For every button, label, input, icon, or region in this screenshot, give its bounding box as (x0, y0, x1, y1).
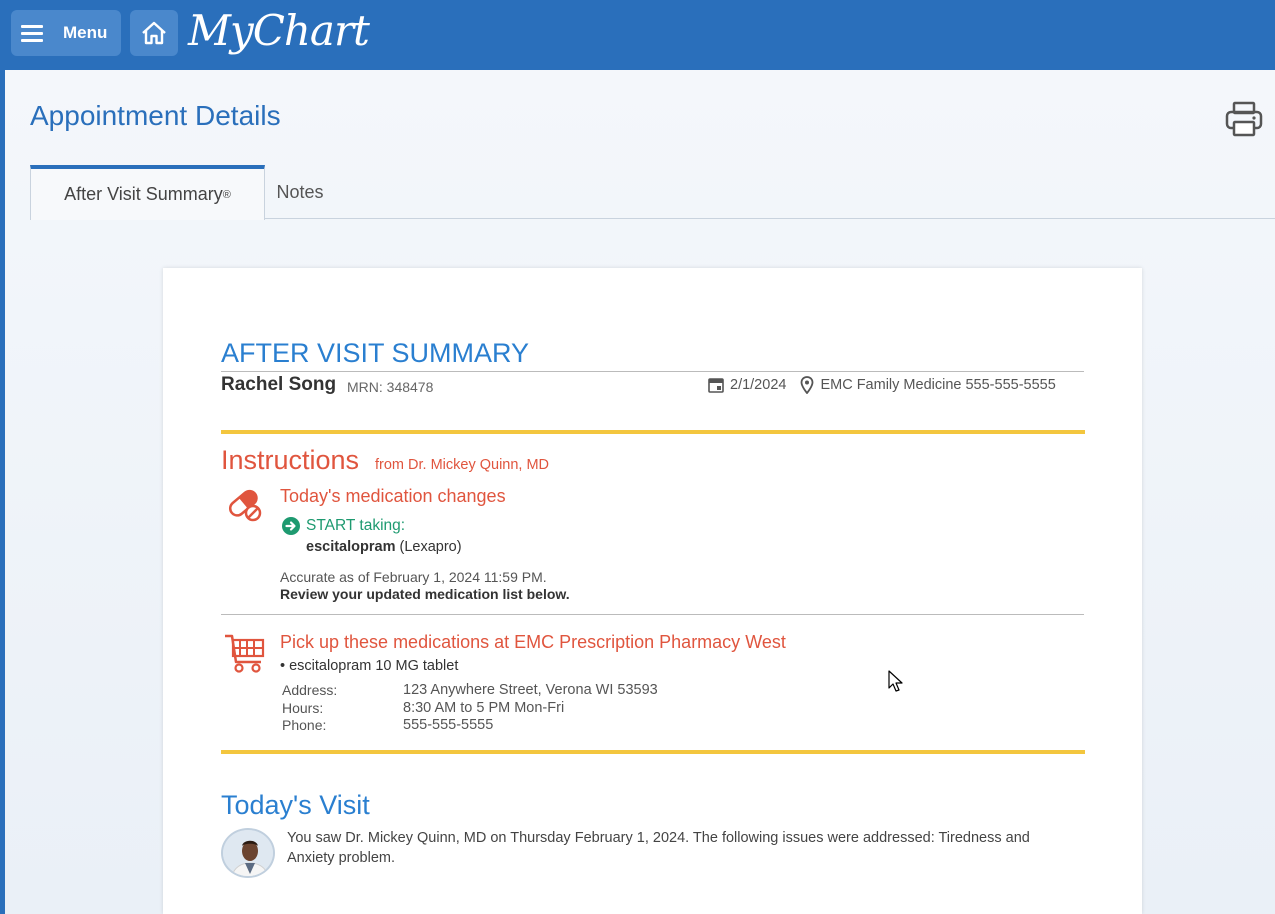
visit-location: EMC Family Medicine 555-555-5555 (820, 377, 1056, 393)
tab-after-visit-summary[interactable]: After Visit Summary ® (30, 165, 265, 220)
print-icon[interactable] (1224, 100, 1264, 138)
accurate-as-of: Accurate as of February 1, 2024 11:59 PM… (280, 569, 547, 585)
visit-date: 2/1/2024 (730, 377, 787, 393)
home-button[interactable] (130, 10, 178, 56)
avs-heading: AFTER VISIT SUMMARY (221, 338, 530, 368)
drug-brand: (Lexapro) (399, 539, 462, 555)
instructions-divider (221, 614, 1084, 615)
phone-label: Phone: (282, 717, 327, 733)
pharmacy-address: 123 Anywhere Street, Verona WI 53593 (403, 682, 658, 698)
patient-mrn: MRN: 348478 (347, 379, 434, 395)
instructions-from: from Dr. Mickey Quinn, MD (375, 457, 550, 473)
pill-icon (228, 489, 262, 522)
medication-changes-title: Today's medication changes (280, 486, 506, 506)
mouse-cursor-icon (888, 670, 903, 692)
tab-label: After Visit Summary (64, 184, 223, 204)
shopping-cart-icon (225, 634, 265, 673)
hamburger-icon (21, 21, 43, 46)
tab-notes[interactable]: Notes (275, 165, 325, 219)
arrow-right-circle-icon (282, 517, 300, 535)
drug-line: escitalopram (Lexapro) (306, 539, 462, 555)
drug-name: escitalopram (306, 539, 396, 555)
start-taking-row: START taking: (282, 517, 405, 535)
visit-info: 2/1/2024 EMC Family Medicine 555-555-555… (708, 376, 1056, 394)
menu-label: Menu (63, 23, 108, 42)
provider-avatar (221, 828, 275, 878)
tab-label: Notes (276, 181, 324, 202)
registered-mark: ® (222, 188, 231, 201)
page-title: Appointment Details (30, 100, 281, 131)
top-nav-bar: Menu MyChart (0, 0, 1275, 70)
review-note: Review your updated medication list belo… (280, 586, 570, 602)
section-divider (221, 430, 1085, 434)
home-icon (142, 21, 166, 45)
after-visit-summary-document: AFTER VISIT SUMMARY Rachel Song MRN: 348… (163, 268, 1142, 914)
pharmacy-phone: 555-555-5555 (403, 717, 494, 733)
section-divider (221, 750, 1085, 754)
pharmacy-title: Pick up these medications at EMC Prescri… (280, 632, 786, 652)
pharmacy-hours: 8:30 AM to 5 PM Mon-Fri (403, 700, 565, 716)
tab-bar: After Visit Summary ® Notes (30, 165, 1275, 220)
patient-name: Rachel Song (221, 374, 337, 395)
calendar-icon (708, 378, 724, 393)
location-pin-icon (801, 376, 814, 394)
heading-rule (221, 371, 1084, 372)
address-label: Address: (282, 682, 338, 698)
start-taking-label: START taking: (306, 517, 406, 534)
hours-label: Hours: (282, 700, 324, 716)
provider-photo-icon (223, 830, 273, 876)
menu-button[interactable]: Menu (11, 10, 121, 56)
mychart-logo[interactable]: MyChart (188, 6, 370, 56)
pharmacy-item: • escitalopram 10 MG tablet (280, 658, 459, 674)
visit-description: You saw Dr. Mickey Quinn, MD on Thursday… (287, 830, 1030, 866)
instructions-title: Instructions (221, 445, 360, 475)
todays-visit-title: Today's Visit (221, 790, 370, 820)
